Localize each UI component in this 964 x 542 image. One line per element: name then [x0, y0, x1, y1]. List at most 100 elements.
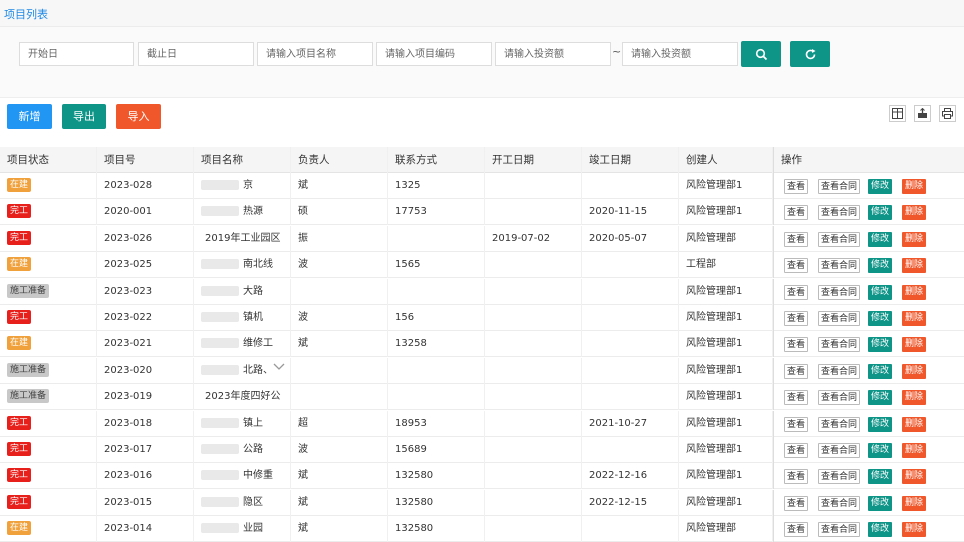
edit-button[interactable]: 修改 — [868, 495, 892, 511]
view-button[interactable]: 查看 — [784, 231, 808, 247]
view-contract-button[interactable]: 查看合同 — [818, 363, 860, 379]
view-button[interactable]: 查看 — [784, 443, 808, 458]
delete-button[interactable]: 删除 — [902, 469, 926, 485]
project-name-input[interactable] — [257, 42, 373, 66]
end-date-cell: 2021-10-27 — [582, 410, 679, 437]
search-button[interactable] — [741, 41, 781, 67]
table-row[interactable]: 完工 2023-016 中修重斌 132580 2022-12-16 风险管理部1 查看 查看… — [0, 463, 964, 490]
delete-button[interactable]: 删除 — [902, 495, 926, 511]
actions-cell: 查看 查看合同 修改 删除 — [773, 252, 964, 279]
view-contract-button[interactable]: 查看合同 — [818, 231, 860, 247]
col-header-start[interactable]: 开工日期 — [485, 147, 582, 173]
view-button[interactable]: 查看 — [784, 390, 808, 406]
view-contract-button[interactable]: 查看合同 — [818, 179, 860, 194]
view-contract-button[interactable]: 查看合同 — [818, 522, 860, 538]
table-row[interactable]: 在建 2023-014 业园 斌 132580 风险管理部 查看 查看合同 修改 删除 — [0, 516, 964, 542]
phone-cell: 132580 — [388, 489, 485, 516]
table-row[interactable]: 在建 2023-021 维修工斌 13258 风险管理部1 查看 查看合同 修改 删除 — [0, 331, 964, 358]
edit-button[interactable]: 修改 — [868, 205, 892, 221]
edit-button[interactable]: 修改 — [868, 522, 892, 538]
status-badge: 完工 — [7, 415, 32, 430]
view-contract-button[interactable]: 查看合同 — [818, 469, 860, 485]
chevron-down-icon[interactable] — [272, 362, 286, 372]
columns-toggle-button[interactable] — [889, 105, 906, 122]
view-contract-button[interactable]: 查看合同 — [818, 337, 860, 353]
edit-button[interactable]: 修改 — [868, 231, 892, 247]
end-date-input[interactable] — [138, 42, 254, 66]
export-table-button[interactable] — [914, 105, 931, 122]
table-row[interactable]: 完工 2023-015 隐区斌 132580 2022-12-15 风险管理部1 查看 查看合… — [0, 489, 964, 516]
table-row[interactable]: 完工 2023-022 镇机波 156 风险管理部1 查看 查看合同 修改 删除 — [0, 305, 964, 331]
table-row[interactable]: 施工准备 2023-023 大路 风险管理部1 查看 查看合同 修改 删除 — [0, 278, 964, 305]
edit-button[interactable]: 修改 — [868, 443, 892, 458]
table-row[interactable]: 施工准备 2023-019 2023年度四好公 风险管理部1 查看 查看合同 修改 删除 — [0, 384, 964, 411]
invest-min-input[interactable] — [495, 42, 611, 66]
refresh-button[interactable] — [790, 41, 830, 67]
edit-button[interactable]: 修改 — [868, 416, 892, 432]
table-row[interactable]: 完工 2023-026 2019年工业园区 振 2019-07-02 2020-05-07… — [0, 225, 964, 252]
view-button[interactable]: 查看 — [784, 416, 808, 432]
add-button[interactable]: 新增 — [7, 104, 52, 129]
view-contract-button[interactable]: 查看合同 — [818, 443, 860, 458]
delete-button[interactable]: 删除 — [902, 258, 926, 274]
view-button[interactable]: 查看 — [784, 495, 808, 511]
delete-button[interactable]: 删除 — [902, 416, 926, 432]
delete-button[interactable]: 删除 — [902, 337, 926, 353]
view-button[interactable]: 查看 — [784, 522, 808, 538]
edit-button[interactable]: 修改 — [868, 179, 892, 194]
delete-button[interactable]: 删除 — [902, 522, 926, 538]
view-contract-button[interactable]: 查看合同 — [818, 311, 860, 326]
edit-button[interactable]: 修改 — [868, 363, 892, 379]
delete-button[interactable]: 删除 — [902, 311, 926, 326]
view-contract-button[interactable]: 查看合同 — [818, 205, 860, 221]
edit-button[interactable]: 修改 — [868, 469, 892, 485]
view-contract-button[interactable]: 查看合同 — [818, 284, 860, 300]
col-header-creator[interactable]: 创建人 — [679, 147, 773, 173]
table-row[interactable]: 完工 2023-018 镇上超 18953 2021-10-27 风险管理部1 查看 查看合同… — [0, 410, 964, 437]
edit-button[interactable]: 修改 — [868, 337, 892, 353]
edit-button[interactable]: 修改 — [868, 258, 892, 274]
col-header-code[interactable]: 项目号 — [97, 147, 194, 173]
import-button[interactable]: 导入 — [116, 104, 161, 129]
view-button[interactable]: 查看 — [784, 311, 808, 326]
view-button[interactable]: 查看 — [784, 337, 808, 353]
col-header-owner[interactable]: 负责人 — [291, 147, 388, 173]
view-button[interactable]: 查看 — [784, 284, 808, 300]
view-button[interactable]: 查看 — [784, 363, 808, 379]
view-contract-button[interactable]: 查看合同 — [818, 416, 860, 432]
print-button[interactable] — [939, 105, 956, 122]
table-row[interactable]: 完工 2023-017 公路波 15689 风险管理部1 查看 查看合同 修改 删除 — [0, 437, 964, 463]
delete-button[interactable]: 删除 — [902, 363, 926, 379]
delete-button[interactable]: 删除 — [902, 205, 926, 221]
view-contract-button[interactable]: 查看合同 — [818, 495, 860, 511]
delete-button[interactable]: 删除 — [902, 179, 926, 194]
edit-button[interactable]: 修改 — [868, 311, 892, 326]
view-contract-button[interactable]: 查看合同 — [818, 390, 860, 406]
table-row[interactable]: 施工准备 2023-020 北路、 风险管理部1 查看 查看合同 修改 删除 — [0, 357, 964, 384]
table-row[interactable]: 在建 2023-025 南北线 波 1565 工程部 查看 查看合同 修改 删除 — [0, 252, 964, 279]
start-date-input[interactable] — [19, 42, 134, 66]
col-header-status[interactable]: 项目状态 — [0, 147, 97, 173]
table-row[interactable]: 在建 2023-028 京斌 1325 风险管理部1 查看 查看合同 修改 删除 — [0, 173, 964, 199]
project-code-input[interactable] — [376, 42, 492, 66]
col-header-phone[interactable]: 联系方式 — [388, 147, 485, 173]
edit-button[interactable]: 修改 — [868, 390, 892, 406]
view-contract-button[interactable]: 查看合同 — [818, 258, 860, 274]
delete-button[interactable]: 删除 — [902, 231, 926, 247]
col-header-end[interactable]: 竣工日期 — [582, 147, 679, 173]
col-header-name[interactable]: 项目名称 — [194, 147, 291, 173]
view-button[interactable]: 查看 — [784, 258, 808, 274]
edit-button[interactable]: 修改 — [868, 284, 892, 300]
name-cell: 业园 — [194, 516, 291, 542]
view-button[interactable]: 查看 — [784, 179, 808, 194]
owner-cell: 斌 — [291, 173, 388, 199]
delete-button[interactable]: 删除 — [902, 284, 926, 300]
view-button[interactable]: 查看 — [784, 469, 808, 485]
export-button[interactable]: 导出 — [62, 104, 106, 129]
delete-button[interactable]: 删除 — [902, 390, 926, 406]
delete-button[interactable]: 删除 — [902, 443, 926, 458]
view-button[interactable]: 查看 — [784, 205, 808, 221]
invest-max-input[interactable] — [622, 42, 738, 66]
creator-cell: 风险管理部 — [679, 225, 773, 252]
table-row[interactable]: 完工 2020-001 热源硕 17753 2020-11-15 风险管理部1 查看 查看合同… — [0, 199, 964, 226]
